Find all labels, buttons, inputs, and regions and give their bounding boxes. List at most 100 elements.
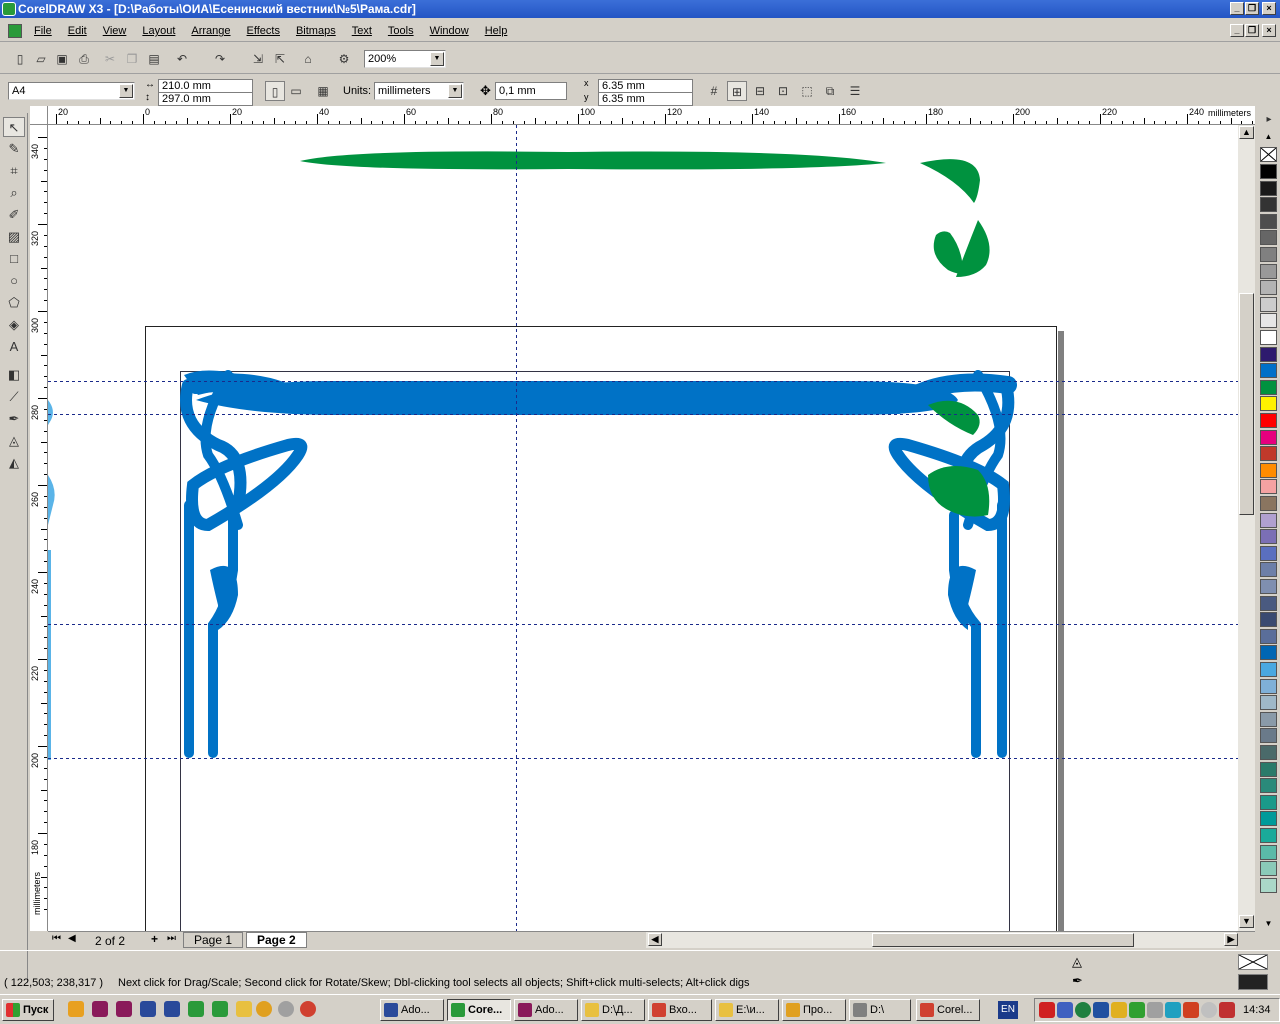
taskbar-button[interactable]: Corel... [916, 999, 980, 1021]
paper-type-select[interactable]: A4 ▼ [8, 82, 135, 100]
page-tab-2[interactable]: Page 2 [246, 932, 307, 948]
fill-color-swatch[interactable] [1238, 954, 1268, 970]
page-layout-icon[interactable]: ▦ [313, 81, 333, 101]
taskbar-button[interactable]: Ado... [380, 999, 444, 1021]
canvas-artwork[interactable] [48, 125, 1238, 931]
scroll-down-icon[interactable]: ▼ [1239, 915, 1254, 928]
color-swatch[interactable] [1260, 230, 1277, 246]
color-swatch[interactable] [1260, 828, 1277, 843]
zoom-level-select[interactable]: 200% ▼ [364, 50, 446, 68]
treat-as-filled-icon[interactable]: ⬚ [797, 81, 817, 101]
palette-scroll-down-icon[interactable]: ▼ [1260, 919, 1277, 929]
eyedropper-icon[interactable]: ⟋ [3, 387, 25, 407]
color-swatch[interactable] [1260, 612, 1277, 628]
snap-grid-icon[interactable]: # [704, 81, 724, 101]
crop-tool-icon[interactable]: ⌗ [3, 161, 25, 181]
duplicate-x-field[interactable]: 6.35 mm [598, 79, 693, 93]
portrait-icon[interactable]: ▯ [265, 81, 285, 101]
taskbar-button[interactable]: D:\Д... [581, 999, 645, 1021]
color-swatch[interactable] [1260, 213, 1277, 229]
color-swatch[interactable] [1260, 761, 1277, 777]
coreldraw-quicklaunch-icon[interactable] [188, 1001, 204, 1017]
shape-tool-icon[interactable]: ✎ [3, 139, 25, 159]
indesign-quicklaunch-icon[interactable] [92, 1001, 108, 1017]
disk-tray-icon[interactable] [1201, 1002, 1217, 1018]
freehand-tool-icon[interactable]: ✐ [3, 205, 25, 225]
vertical-scroll-thumb[interactable] [1239, 293, 1254, 515]
color-swatch[interactable] [1260, 280, 1277, 296]
color-swatch[interactable] [1260, 512, 1277, 528]
basic-shapes-icon[interactable]: ◈ [3, 315, 25, 335]
display-tray-icon[interactable] [1147, 1002, 1163, 1018]
shield-tray-icon[interactable] [1111, 1002, 1127, 1018]
taskbar-button[interactable]: Ado... [514, 999, 578, 1021]
acrobat-tray-icon[interactable] [1039, 1002, 1055, 1018]
utility-quicklaunch-icon[interactable] [278, 1001, 294, 1017]
no-color-swatch[interactable] [1260, 147, 1277, 162]
menu-window[interactable]: Window [422, 20, 477, 42]
color-swatch[interactable] [1260, 595, 1277, 611]
first-page-icon[interactable]: ⏮ [52, 933, 61, 944]
menu-help[interactable]: Help [477, 20, 516, 42]
color-swatch[interactable] [1260, 296, 1277, 312]
minimize-icon[interactable]: _ [1230, 2, 1244, 15]
scroll-left-icon[interactable]: ◀ [648, 933, 662, 946]
dynamic-guides-icon[interactable]: ⊡ [773, 81, 793, 101]
color-swatch[interactable] [1260, 844, 1277, 860]
security-tray-icon[interactable] [1219, 1002, 1235, 1018]
menu-layout[interactable]: Layout [134, 20, 183, 42]
doc-restore-icon[interactable]: ❐ [1245, 24, 1259, 37]
horizontal-scrollbar[interactable]: ◀ ▶ [646, 932, 1238, 948]
color-swatch[interactable] [1260, 346, 1277, 362]
menu-edit[interactable]: Edit [60, 20, 95, 42]
start-button[interactable]: Пуск [2, 999, 54, 1021]
chevron-down-icon[interactable]: ▼ [448, 84, 462, 98]
taskbar-button[interactable]: D:\ [849, 999, 911, 1021]
color-swatch[interactable] [1260, 745, 1277, 760]
interactive-blend-icon[interactable]: ◧ [3, 365, 25, 385]
folder-quicklaunch-icon[interactable] [236, 1001, 252, 1017]
color-swatch[interactable] [1260, 247, 1277, 262]
taskbar-button[interactable]: Про... [782, 999, 846, 1021]
color-swatch[interactable] [1260, 678, 1277, 694]
indesign-quicklaunch-icon[interactable] [116, 1001, 132, 1017]
taskbar-button[interactable]: E:\и... [715, 999, 779, 1021]
color-swatch[interactable] [1260, 330, 1277, 345]
color-swatch[interactable] [1260, 313, 1277, 329]
doc-close-icon[interactable]: × [1262, 24, 1276, 37]
color-swatch[interactable] [1260, 728, 1277, 744]
snap-guidelines-icon[interactable]: ⊞ [727, 81, 747, 101]
chrome-quicklaunch-icon[interactable] [300, 1001, 316, 1017]
pointer-icon[interactable]: ↖ [3, 117, 25, 137]
outline-pen-icon[interactable]: ✒ [3, 409, 25, 429]
polygon-tool-icon[interactable]: ⬠ [3, 293, 25, 313]
taskbar-button[interactable]: Core... [447, 999, 511, 1021]
color-swatch[interactable] [1260, 479, 1277, 495]
menu-view[interactable]: View [95, 20, 135, 42]
menu-bitmaps[interactable]: Bitmaps [288, 20, 344, 42]
network-tray-icon[interactable] [1057, 1002, 1073, 1018]
color-swatch[interactable] [1260, 711, 1277, 727]
last-page-icon[interactable]: ⏭ [167, 933, 176, 944]
app-launcher-icon[interactable]: ⌂ [298, 49, 318, 69]
chevron-down-icon[interactable]: ▼ [430, 52, 444, 66]
media-quicklaunch-icon[interactable] [256, 1001, 272, 1017]
color-swatch[interactable] [1260, 363, 1277, 379]
color-swatch[interactable] [1260, 396, 1277, 412]
color-swatch[interactable] [1260, 545, 1277, 561]
color-swatch[interactable] [1260, 695, 1277, 711]
ellipse-tool-icon[interactable]: ○ [3, 271, 25, 291]
menu-tools[interactable]: Tools [380, 20, 422, 42]
horizontal-scroll-thumb[interactable] [872, 933, 1134, 947]
page-tab-1[interactable]: Page 1 [183, 932, 244, 948]
monitor-tray-icon[interactable] [1165, 1002, 1181, 1018]
interactive-fill-icon[interactable]: ◭ [3, 453, 25, 473]
close-icon[interactable]: × [1262, 2, 1276, 15]
export-icon[interactable]: ⇱ [270, 49, 290, 69]
welcome-screen-icon[interactable]: ⚙ [334, 49, 354, 69]
add-page-icon[interactable]: + [151, 932, 158, 946]
color-swatch[interactable] [1260, 263, 1277, 279]
previous-page-icon[interactable]: ◀ [68, 933, 76, 944]
new-icon[interactable]: ▯ [10, 49, 30, 69]
photoshop-quicklaunch-icon[interactable] [164, 1001, 180, 1017]
